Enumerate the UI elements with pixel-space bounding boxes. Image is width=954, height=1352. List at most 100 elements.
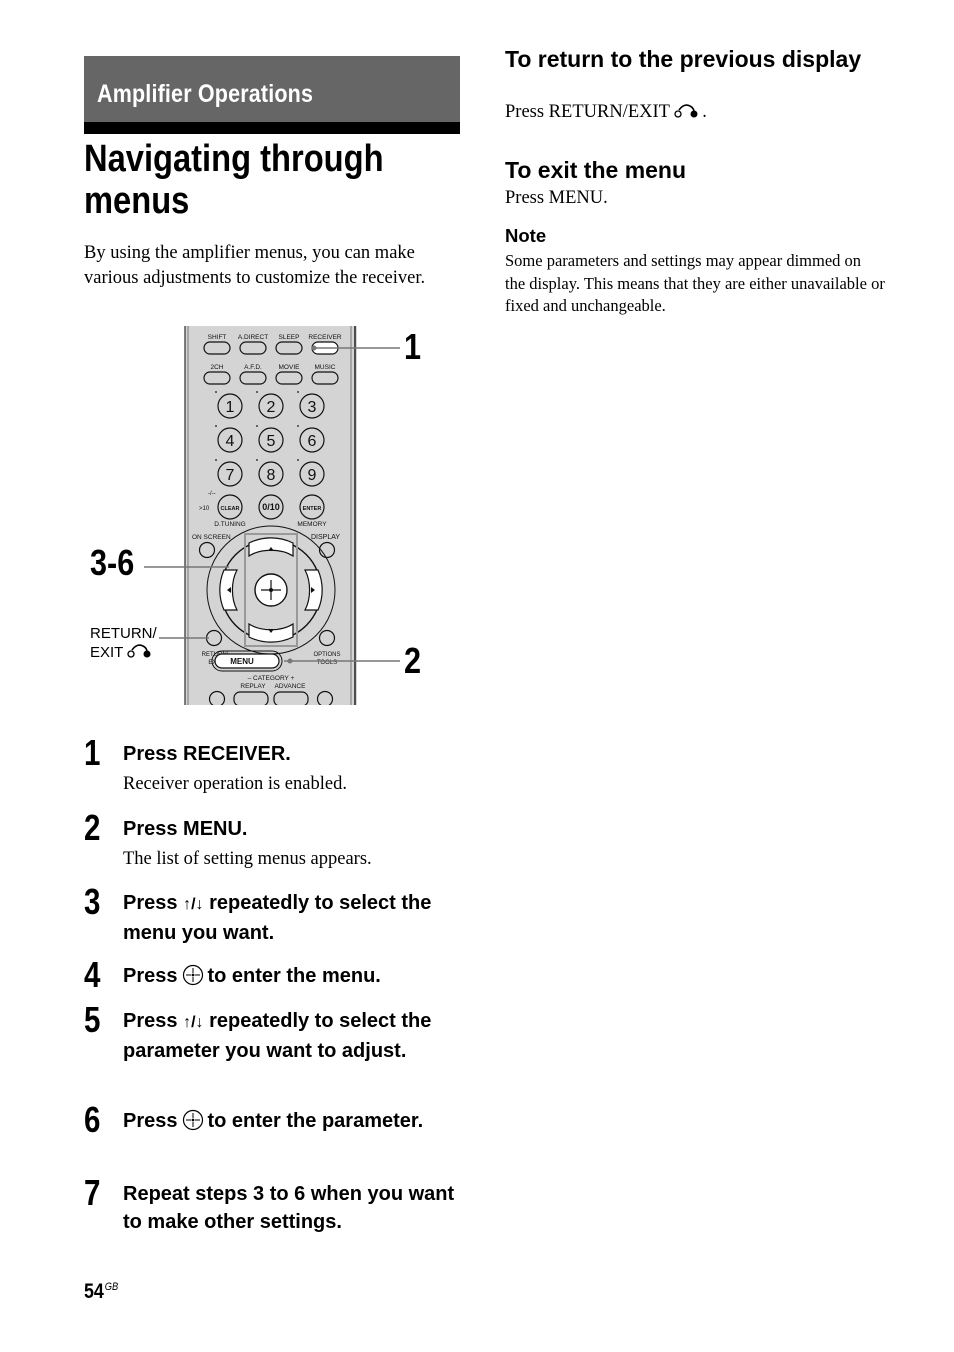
- remote-dot: [297, 459, 299, 461]
- remote-digit-label: 3: [308, 399, 317, 416]
- return-label-line1: RETURN/: [90, 625, 157, 642]
- return-icon: [127, 644, 151, 658]
- remote-dtuning-label: D.TUNING: [214, 521, 245, 528]
- remote-key-label: A.DIRECT: [238, 334, 268, 341]
- note-text: Some parameters and settings may appear …: [505, 251, 885, 315]
- remote-key-label: SLEEP: [279, 334, 300, 341]
- intro-paragraph: By using the amplifier menus, you can ma…: [84, 243, 426, 288]
- callout-1: 1: [404, 326, 422, 367]
- page-number-value: 54: [84, 1280, 104, 1303]
- remote-dot: [256, 459, 258, 461]
- remote-category-label: – CATEGORY +: [248, 675, 295, 682]
- remote-key-shift: [203, 341, 231, 355]
- remote-digit-label: 6: [308, 433, 317, 450]
- step-title-part: to enter the parameter.: [207, 1110, 424, 1132]
- enter-button-icon: [182, 1109, 203, 1131]
- remote-onscreen-label: ON SCREEN: [192, 534, 231, 541]
- remote-key-afd: [239, 371, 267, 385]
- step-number: 3: [84, 881, 101, 922]
- remote-advance-label: ADVANCE: [275, 683, 307, 690]
- remote-key-music: [311, 371, 339, 385]
- remote-menu-label: MENU: [230, 657, 254, 666]
- step-title: Press to enter the parameter.: [123, 1107, 463, 1135]
- remote-dot: [215, 391, 217, 393]
- step-title-part: Press: [123, 965, 178, 987]
- page-number: 54GB: [84, 1280, 118, 1304]
- remote-key-label: A.F.D.: [244, 364, 262, 371]
- remote-replay-label: REPLAY: [240, 683, 266, 690]
- step-title: Press ↑/↓ repeatedly to select the param…: [123, 1007, 463, 1065]
- step-number: 5: [84, 999, 101, 1040]
- step-title: Press ↑/↓ repeatedly to select the menu …: [123, 889, 463, 947]
- remote-dot: [297, 425, 299, 427]
- remote-digit-label: 8: [267, 467, 276, 484]
- step-title-part: Press: [123, 1110, 178, 1132]
- remote-key-options: [318, 629, 336, 647]
- remote-memory-label: MEMORY: [297, 521, 327, 528]
- return-text-body: Press RETURN/EXIT: [505, 102, 670, 122]
- remote-key-label: ENTER: [303, 506, 322, 512]
- callout-return-label: RETURN/ EXIT: [90, 625, 157, 662]
- step-title-part: Press: [123, 1010, 184, 1032]
- note-heading: Note: [505, 225, 547, 246]
- remote-key-onscreen: [198, 541, 216, 559]
- return-icon: [674, 104, 698, 118]
- exit-heading: To exit the menu: [505, 157, 687, 183]
- remote-key-replay: [233, 691, 269, 705]
- callout-3-6: 3-6: [90, 542, 135, 583]
- return-label-text: EXIT: [90, 644, 124, 661]
- remote-gt10-label: >10: [199, 506, 210, 512]
- section-banner-title: Amplifier Operations: [97, 80, 314, 108]
- remote-dash-label: -/--: [208, 491, 216, 497]
- banner-rule: [84, 122, 460, 134]
- step-number: 7: [84, 1172, 101, 1213]
- remote-key-advance: [273, 691, 309, 705]
- enter-button-icon: [182, 964, 203, 986]
- step-number: 6: [84, 1099, 101, 1140]
- remote-key-label: CLEAR: [221, 506, 240, 512]
- remote-dot: [215, 425, 217, 427]
- remote-key-2ch: [203, 371, 231, 385]
- remote-key-movie: [275, 371, 303, 385]
- exit-text: Press MENU.: [505, 188, 608, 208]
- section-banner: Amplifier Operations: [84, 56, 460, 122]
- remote-display-label: DISPLAY: [311, 534, 340, 541]
- remote-illustration: SHIFT A.DIRECT SLEEP RECEIVER 2CH A.F.D. MOVIE…: [84, 320, 444, 705]
- remote-dot: [256, 391, 258, 393]
- step-number: 4: [84, 954, 101, 995]
- remote-key-adirect: [239, 341, 267, 355]
- remote-dot: [215, 459, 217, 461]
- remote-dot: [256, 425, 258, 427]
- remote-dot: [297, 391, 299, 393]
- return-heading: To return to the previous display: [505, 46, 862, 72]
- page-title: Navigating through menus: [84, 138, 384, 222]
- step-number: 2: [84, 807, 101, 848]
- page-region: GB: [104, 1281, 119, 1293]
- step-number: 1: [84, 732, 101, 773]
- step-description: The list of setting menus appears.: [123, 849, 372, 869]
- remote-options-label: OPTIONS: [313, 652, 340, 658]
- return-label-line2: EXIT: [90, 643, 157, 662]
- remote-key-label: SHIFT: [208, 334, 227, 341]
- return-text-period: .: [702, 102, 707, 122]
- remote-key-prev: [208, 690, 226, 705]
- remote-digit-label: 5: [267, 433, 276, 450]
- remote-key-label: 0/10: [262, 502, 280, 512]
- remote-digit-label: 9: [308, 467, 317, 484]
- step-description: Receiver operation is enabled.: [123, 774, 347, 794]
- remote-digit-label: 7: [226, 467, 235, 484]
- step-title: Press to enter the menu.: [123, 962, 463, 990]
- remote-key-display: [318, 541, 336, 559]
- step-title-part: Press: [123, 892, 184, 914]
- return-text: Press RETURN/EXIT .: [505, 100, 707, 124]
- step-title-part: to enter the menu.: [207, 965, 381, 987]
- step-title: Repeat steps 3 to 6 when you want to mak…: [123, 1183, 455, 1233]
- up-down-arrows-icon: ↑/↓: [183, 1014, 204, 1031]
- remote-key-next: [316, 690, 334, 705]
- remote-digit-label: 2: [267, 399, 276, 416]
- remote-key-label: RECEIVER: [308, 334, 342, 341]
- callout-2: 2: [404, 640, 422, 681]
- remote-key-label: 2CH: [210, 364, 223, 371]
- remote-digit-label: 1: [226, 399, 235, 416]
- remote-key-label: MUSIC: [315, 364, 336, 371]
